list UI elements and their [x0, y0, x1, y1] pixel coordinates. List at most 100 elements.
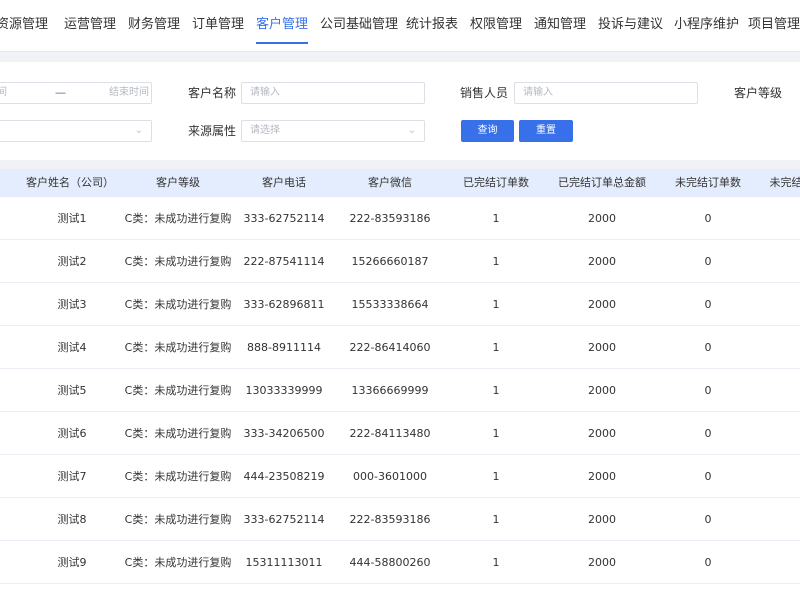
- cell-customer-phone: 333-62752114: [243, 513, 325, 526]
- cell-customer-phone: 333-62896811: [243, 298, 325, 311]
- table-row: 测试7 C类：未成功进行复购 444-23508219 000-3601000 …: [0, 455, 800, 498]
- table-header: 客户姓名（公司） 客户等级 客户电话 客户微信 已完结订单数 已完结订单总金额 …: [0, 169, 800, 197]
- nav-item-resource[interactable]: 资源管理: [0, 0, 48, 52]
- cell-customer-wechat: 444-58800260: [349, 556, 431, 569]
- cell-uncompleted-orders: 0: [704, 470, 712, 483]
- cell-customer-wechat: 15533338664: [351, 298, 429, 311]
- cell-completed-amount: 2000: [588, 470, 616, 483]
- cell-completed-amount: 2000: [588, 427, 616, 440]
- nav-item-miniprogram[interactable]: 小程序维护: [674, 0, 739, 52]
- cell-completed-orders: 1: [492, 384, 500, 397]
- cell-completed-orders: 1: [492, 298, 500, 311]
- cell-completed-amount: 2000: [588, 255, 616, 268]
- nav-item-orders[interactable]: 订单管理: [192, 0, 244, 52]
- search-button[interactable]: 查询: [461, 120, 514, 142]
- nav-item-notifications[interactable]: 通知管理: [534, 0, 586, 52]
- cell-customer-name: 测试1: [57, 212, 87, 225]
- cell-customer-phone: 15311113011: [245, 556, 323, 569]
- filter-panel: 间 — 结束时间 客户名称 请输入 销售人员 请输入 客户等级 ⌄ 来源属性 请…: [0, 62, 800, 160]
- col-header-customer-level: 客户等级: [156, 176, 200, 189]
- col-header-customer-phone: 客户电话: [262, 176, 306, 189]
- sales-person-input[interactable]: 请输入: [514, 82, 698, 104]
- customer-name-label: 客户名称: [188, 86, 237, 100]
- cell-customer-wechat: 222-83593186: [349, 513, 431, 526]
- chevron-down-icon: ⌄: [134, 125, 143, 136]
- cell-completed-orders: 1: [492, 212, 500, 225]
- cell-customer-name: 测试4: [57, 341, 87, 354]
- date-start-placeholder: 间: [0, 83, 7, 103]
- cell-customer-level: C类：未成功进行复购: [124, 470, 232, 483]
- cell-uncompleted-orders: 0: [704, 384, 712, 397]
- cell-uncompleted-orders: 0: [704, 556, 712, 569]
- cell-completed-orders: 1: [492, 427, 500, 440]
- cell-customer-name: 测试7: [57, 470, 87, 483]
- cell-uncompleted-orders: 0: [704, 341, 712, 354]
- col-header-completed-orders: 已完结订单数: [463, 176, 529, 189]
- customer-level-label: 客户等级: [734, 86, 783, 100]
- top-nav: 资源管理 运营管理 财务管理 订单管理 客户管理 公司基础管理 统计报表 权限管…: [0, 0, 800, 52]
- cell-completed-orders: 1: [492, 556, 500, 569]
- cell-customer-wechat: 000-3601000: [353, 470, 427, 483]
- cell-customer-level: C类：未成功进行复购: [124, 513, 232, 526]
- col-header-uncompleted-truncated: 未完结: [769, 176, 800, 189]
- cell-customer-name: 测试2: [57, 255, 87, 268]
- col-header-uncompleted-orders: 未完结订单数: [675, 176, 741, 189]
- cell-customer-phone: 222-87541114: [243, 255, 325, 268]
- cell-customer-name: 测试5: [57, 384, 87, 397]
- cell-completed-amount: 2000: [588, 341, 616, 354]
- cell-customer-level: C类：未成功进行复购: [124, 427, 232, 440]
- cell-completed-orders: 1: [492, 513, 500, 526]
- source-attribute-placeholder: 请选择: [250, 125, 280, 136]
- table-row: 测试8 C类：未成功进行复购 333-62752114 222-83593186…: [0, 498, 800, 541]
- cell-customer-wechat: 222-84113480: [349, 427, 431, 440]
- cell-customer-name: 测试8: [57, 513, 87, 526]
- cell-customer-wechat: 15266660187: [351, 255, 429, 268]
- customer-name-input[interactable]: 请输入: [241, 82, 425, 104]
- cell-completed-amount: 2000: [588, 298, 616, 311]
- nav-item-complaints[interactable]: 投诉与建议: [598, 0, 663, 52]
- col-header-completed-amount: 已完结订单总金额: [558, 176, 646, 189]
- cell-customer-level: C类：未成功进行复购: [124, 212, 232, 225]
- date-range-separator: —: [55, 86, 66, 99]
- source-attribute-select[interactable]: 请选择 ⌄: [241, 120, 425, 142]
- cell-customer-wechat: 222-83593186: [349, 212, 431, 225]
- cell-completed-orders: 1: [492, 470, 500, 483]
- source-attribute-label: 来源属性: [188, 124, 237, 138]
- nav-item-permissions[interactable]: 权限管理: [470, 0, 522, 52]
- date-range-picker[interactable]: 间 — 结束时间: [0, 82, 152, 104]
- reset-button[interactable]: 重置: [519, 120, 573, 142]
- table-row: 测试4 C类：未成功进行复购 888-8911114 222-86414060 …: [0, 326, 800, 369]
- cell-completed-orders: 1: [492, 255, 500, 268]
- cell-customer-level: C类：未成功进行复购: [124, 298, 232, 311]
- cell-customer-phone: 13033339999: [245, 384, 323, 397]
- chevron-down-icon: ⌄: [407, 125, 416, 136]
- cell-customer-name: 测试3: [57, 298, 87, 311]
- cell-completed-amount: 2000: [588, 212, 616, 225]
- nav-item-reports[interactable]: 统计报表: [406, 0, 458, 52]
- cell-customer-wechat: 13366669999: [351, 384, 429, 397]
- col-header-customer-wechat: 客户微信: [368, 176, 412, 189]
- cell-completed-amount: 2000: [588, 513, 616, 526]
- cell-uncompleted-orders: 0: [704, 212, 712, 225]
- table-row: 测试9 C类：未成功进行复购 15311113011 444-58800260 …: [0, 541, 800, 584]
- nav-item-operations[interactable]: 运营管理: [64, 0, 116, 52]
- nav-item-company-basics[interactable]: 公司基础管理: [320, 0, 398, 52]
- cell-uncompleted-orders: 0: [704, 427, 712, 440]
- cell-completed-amount: 2000: [588, 556, 616, 569]
- cell-customer-level: C类：未成功进行复购: [124, 556, 232, 569]
- customer-level-select[interactable]: ⌄: [0, 120, 152, 142]
- cell-uncompleted-orders: 0: [704, 255, 712, 268]
- table-row: 测试6 C类：未成功进行复购 333-34206500 222-84113480…: [0, 412, 800, 455]
- nav-item-projects[interactable]: 项目管理: [748, 0, 800, 52]
- cell-customer-level: C类：未成功进行复购: [124, 255, 232, 268]
- col-header-customer-name: 客户姓名（公司）: [26, 176, 114, 189]
- date-end-placeholder: 结束时间: [109, 87, 149, 98]
- cell-uncompleted-orders: 0: [704, 298, 712, 311]
- table-row: 测试3 C类：未成功进行复购 333-62896811 15533338664 …: [0, 283, 800, 326]
- cell-customer-level: C类：未成功进行复购: [124, 341, 232, 354]
- nav-item-finance[interactable]: 财务管理: [128, 0, 180, 52]
- nav-item-customers[interactable]: 客户管理: [256, 0, 309, 52]
- cell-customer-phone: 444-23508219: [243, 470, 325, 483]
- cell-customer-wechat: 222-86414060: [349, 341, 431, 354]
- sales-person-label: 销售人员: [460, 86, 509, 100]
